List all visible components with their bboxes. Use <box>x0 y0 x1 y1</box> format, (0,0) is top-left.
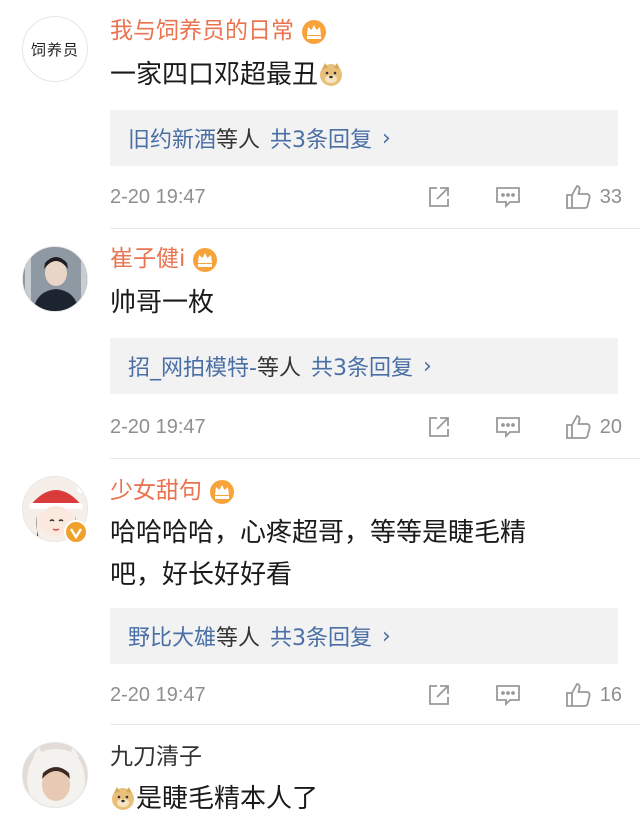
avatar-text: 饲养员 <box>30 40 79 59</box>
share-icon <box>428 685 449 705</box>
username[interactable]: 崔子健i <box>110 244 219 274</box>
username[interactable]: 九刀清子 <box>110 742 202 772</box>
comment-text: 哈哈哈哈，心疼超哥，等等是睫毛精 吧，好长好好看 <box>110 512 610 596</box>
crown-badge-icon <box>193 248 218 272</box>
like-button[interactable]: 16 <box>564 681 622 709</box>
reply-count[interactable]: 共3条回复 <box>270 122 372 154</box>
timestamp: 2-20 19:47 <box>110 415 206 438</box>
verified-icon <box>64 520 88 544</box>
chevron-right-icon: › <box>422 353 432 379</box>
comment-item: 崔子健i 帅哥一枚 招_网拍模特- 等人 共3条回复 › 2-20 19:47 <box>0 230 640 460</box>
reply-count[interactable]: 共3条回复 <box>311 350 413 382</box>
chevron-right-icon: › <box>382 623 391 649</box>
username-text: 崔子健i <box>110 246 186 272</box>
comment-meta: 2-20 19:47 20 <box>110 412 622 442</box>
like-icon <box>565 185 591 209</box>
comment-button[interactable] <box>494 414 522 440</box>
comment-button[interactable] <box>494 184 522 210</box>
comment-text: 是睫毛精本人了 <box>110 778 610 820</box>
like-button[interactable]: 33 <box>564 183 622 211</box>
comment-item: 饲养员 我与饲养员的日常 一家四口邓超最丑 旧约新酒 等人 共3条回复 › 2-… <box>0 0 640 230</box>
comment-text-line: 哈哈哈哈，心疼超哥，等等是睫毛精 <box>110 518 527 548</box>
crown-badge-icon <box>210 480 234 504</box>
comment-icon <box>495 417 520 439</box>
comment-icon <box>495 685 520 707</box>
person-photo-icon <box>23 743 87 807</box>
reply-and: 等人 <box>256 356 301 381</box>
share-button[interactable] <box>426 414 452 440</box>
comment-meta: 2-20 19:47 33 <box>110 182 622 212</box>
reply-names[interactable]: 野比大雄 <box>128 620 216 652</box>
doge-emoji-icon <box>112 787 134 810</box>
divider <box>110 724 640 725</box>
reply-names[interactable]: 旧约新酒 <box>128 122 216 154</box>
comment-text-content: 是睫毛精本人了 <box>136 784 319 814</box>
comment-item: 少女甜句 哈哈哈哈，心疼超哥，等等是睫毛精 吧，好长好好看 野比大雄 等人 共3… <box>0 460 640 726</box>
person-photo-icon <box>23 247 87 311</box>
divider <box>110 458 640 459</box>
chevron-right-icon: › <box>382 125 391 151</box>
like-button[interactable]: 20 <box>564 413 622 441</box>
reply-summary[interactable]: 旧约新酒 等人 共3条回复 › <box>110 110 618 166</box>
reply-summary[interactable]: 野比大雄 等人 共3条回复 › <box>110 608 618 664</box>
comment-meta: 2-20 19:47 16 <box>110 680 622 710</box>
reply-and: 等人 <box>216 626 261 651</box>
share-icon <box>428 417 449 437</box>
comment-text: 帅哥一枚 <box>110 288 215 318</box>
comment-text-content: 一家四口邓超最丑 <box>110 60 319 90</box>
comment-actions: 16 <box>426 680 622 710</box>
timestamp: 2-20 19:47 <box>110 185 206 208</box>
reply-count[interactable]: 共3条回复 <box>270 620 372 652</box>
share-icon <box>428 187 449 207</box>
divider <box>110 228 640 229</box>
reply-and: 等人 <box>216 128 261 153</box>
username-text: 我与饲养员的日常 <box>110 18 294 44</box>
comment-text: 一家四口邓超最丑 <box>110 54 610 96</box>
share-button[interactable] <box>426 184 452 210</box>
reply-names[interactable]: 招_网拍模特- <box>128 350 257 382</box>
crown-badge-icon <box>302 20 326 44</box>
comment-actions: 33 <box>426 182 622 212</box>
avatar[interactable] <box>22 742 88 808</box>
username-text: 九刀清子 <box>110 744 202 770</box>
like-icon <box>565 683 591 707</box>
like-count: 20 <box>599 415 622 438</box>
share-button[interactable] <box>426 682 452 708</box>
comment-item: 九刀清子 是睫毛精本人了 <box>0 726 640 828</box>
like-count: 16 <box>599 683 622 706</box>
avatar[interactable] <box>22 246 88 312</box>
comment-actions: 20 <box>426 412 622 442</box>
username[interactable]: 我与饲养员的日常 <box>110 16 328 46</box>
reply-summary[interactable]: 招_网拍模特- 等人 共3条回复 › <box>110 338 618 394</box>
username-text: 少女甜句 <box>110 478 202 504</box>
avatar[interactable]: 饲养员 <box>22 16 88 82</box>
comment-button[interactable] <box>494 682 522 708</box>
like-icon <box>565 415 591 439</box>
username[interactable]: 少女甜句 <box>110 476 236 506</box>
comment-text-line: 吧，好长好好看 <box>110 560 293 590</box>
comment-icon <box>495 187 520 209</box>
doge-emoji-icon <box>320 63 343 86</box>
timestamp: 2-20 19:47 <box>110 683 206 706</box>
like-count: 33 <box>599 185 622 208</box>
